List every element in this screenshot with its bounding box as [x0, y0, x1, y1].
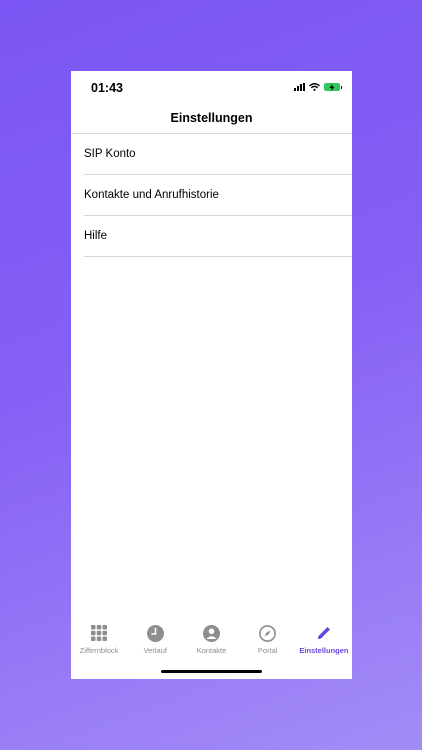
tab-settings[interactable]: Einstellungen — [296, 624, 352, 655]
status-time: 01:43 — [91, 81, 123, 95]
status-icons — [294, 83, 342, 91]
compass-icon — [259, 624, 277, 642]
charging-bolt-icon — [329, 83, 335, 91]
phone-screen: 01:43 Einstellungen SIP Konto Kontakte u… — [71, 71, 352, 679]
settings-item-label: Hilfe — [84, 230, 108, 242]
tab-label: Verlauf — [143, 646, 167, 655]
settings-item-help[interactable]: Hilfe — [84, 216, 352, 257]
pencil-icon — [315, 624, 333, 642]
status-bar: 01:43 — [71, 71, 352, 105]
tab-contacts[interactable]: Kontakte — [183, 624, 239, 655]
tab-label: Ziffernblock — [79, 646, 119, 655]
page-title: Einstellungen — [170, 111, 253, 125]
tab-label: Einstellungen — [299, 646, 349, 655]
settings-item-contacts-history[interactable]: Kontakte und Anrufhistorie — [84, 175, 352, 216]
keypad-icon — [90, 624, 108, 642]
tab-bar: Ziffernblock Verlauf Kontakte Portal Ein… — [71, 619, 352, 679]
person-icon — [203, 624, 221, 642]
signal-icon — [294, 83, 305, 91]
tab-keypad[interactable]: Ziffernblock — [71, 624, 127, 655]
tab-history[interactable]: Verlauf — [127, 624, 183, 655]
tab-label: Kontakte — [196, 646, 227, 655]
settings-item-label: SIP Konto — [84, 148, 136, 160]
tab-label: Portal — [257, 646, 278, 655]
clock-icon — [146, 624, 164, 642]
settings-item-label: Kontakte und Anrufhistorie — [84, 189, 219, 201]
wifi-icon — [309, 83, 320, 91]
battery-icon — [324, 83, 342, 91]
tab-portal[interactable]: Portal — [240, 624, 296, 655]
home-indicator[interactable] — [161, 670, 262, 673]
settings-item-sip-account[interactable]: SIP Konto — [84, 134, 352, 175]
settings-list: SIP Konto Kontakte und Anrufhistorie Hil… — [84, 134, 352, 257]
